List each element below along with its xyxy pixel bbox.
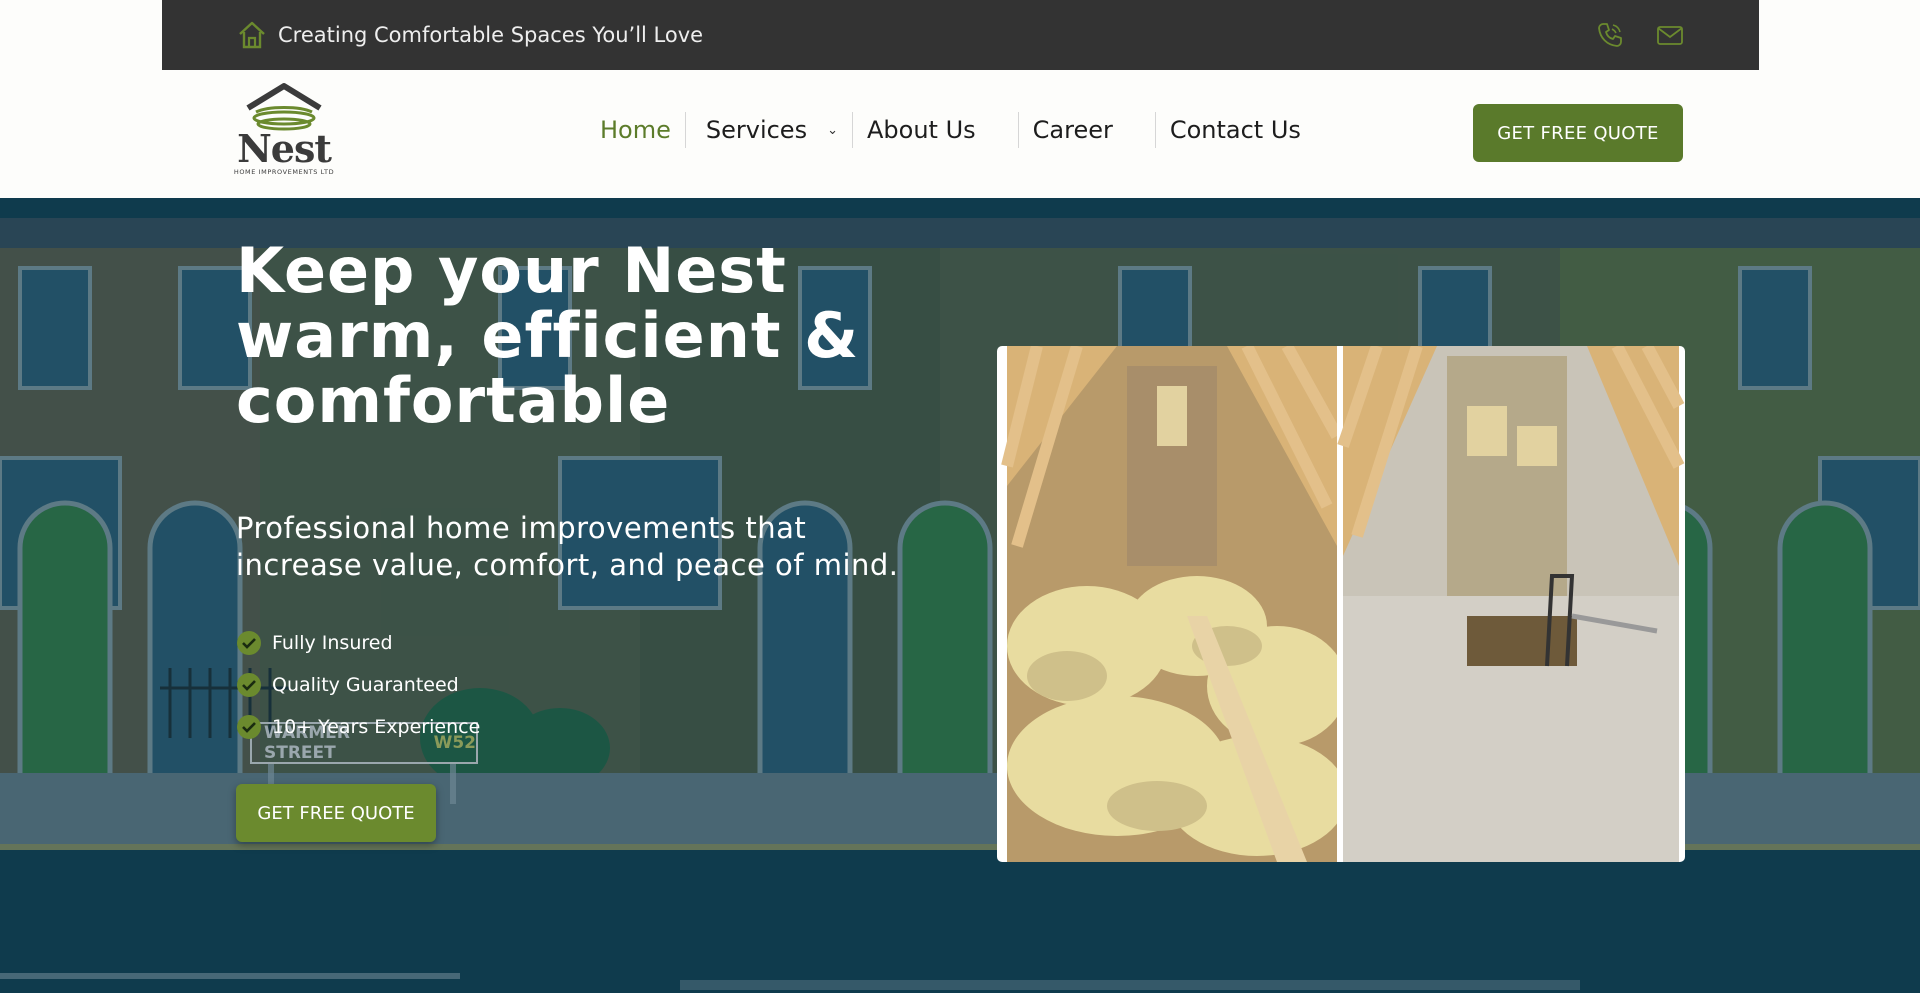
chevron-down-icon[interactable]: ⌄ (827, 123, 838, 138)
check-circle-icon (237, 715, 261, 739)
nav-item-contact[interactable]: Contact Us (1154, 112, 1315, 148)
nav-item-label: Home (600, 116, 671, 144)
logo[interactable]: Nest HOME IMPROVEMENTS LTD (228, 82, 340, 180)
nav-item-label: Contact Us (1169, 116, 1301, 144)
contact-icons (1595, 20, 1685, 50)
nav-item-label: Career (1032, 116, 1113, 144)
get-free-quote-button[interactable]: GET FREE QUOTE (1473, 104, 1683, 162)
logo-wordmark: Nest (237, 126, 332, 171)
list-item: Quality Guaranteed (236, 664, 480, 706)
nav-item-label: Services (705, 116, 808, 144)
nav-item-services[interactable]: Services ⌄ (684, 112, 852, 148)
home-icon (239, 21, 265, 49)
feature-label: 10+ Years Experience (272, 716, 481, 738)
hero-section: WARMER STREET W52 Keep your Nest warm, e… (0, 198, 1920, 993)
phone-icon[interactable] (1595, 20, 1625, 50)
site-header: Nest HOME IMPROVEMENTS LTD Home Services… (0, 70, 1920, 198)
top-bar: Creating Comfortable Spaces You’ll Love (162, 0, 1759, 70)
hero-get-free-quote-button[interactable]: GET FREE QUOTE (236, 784, 436, 842)
feature-label: Quality Guaranteed (272, 674, 459, 696)
feature-list: Fully Insured Quality Guaranteed 10+ Yea… (236, 622, 480, 748)
logo-subtitle: HOME IMPROVEMENTS LTD (233, 168, 335, 176)
attic-comparison-photo (1001, 346, 1685, 862)
tagline: Creating Comfortable Spaces You’ll Love (236, 19, 703, 51)
check-circle-icon (237, 631, 261, 655)
tagline-text: Creating Comfortable Spaces You’ll Love (278, 23, 704, 47)
nav-item-label: About Us (866, 116, 976, 144)
feature-label: Fully Insured (272, 632, 393, 654)
nav-item-career[interactable]: Career (1017, 112, 1155, 148)
hero-title: Keep your Nest warm, efficient & comfort… (236, 234, 860, 437)
list-item: Fully Insured (236, 622, 480, 664)
hero-subtitle: Professional home improvements that incr… (236, 511, 899, 582)
nav-item-about[interactable]: About Us (851, 112, 1018, 148)
mail-icon[interactable] (1655, 20, 1685, 50)
main-nav: Home Services ⌄ About Us Career Contact … (586, 110, 1315, 150)
before-after-image[interactable] (997, 346, 1685, 862)
list-item: 10+ Years Experience (236, 706, 480, 748)
nav-item-home[interactable]: Home (586, 112, 685, 148)
check-circle-icon (237, 673, 261, 697)
